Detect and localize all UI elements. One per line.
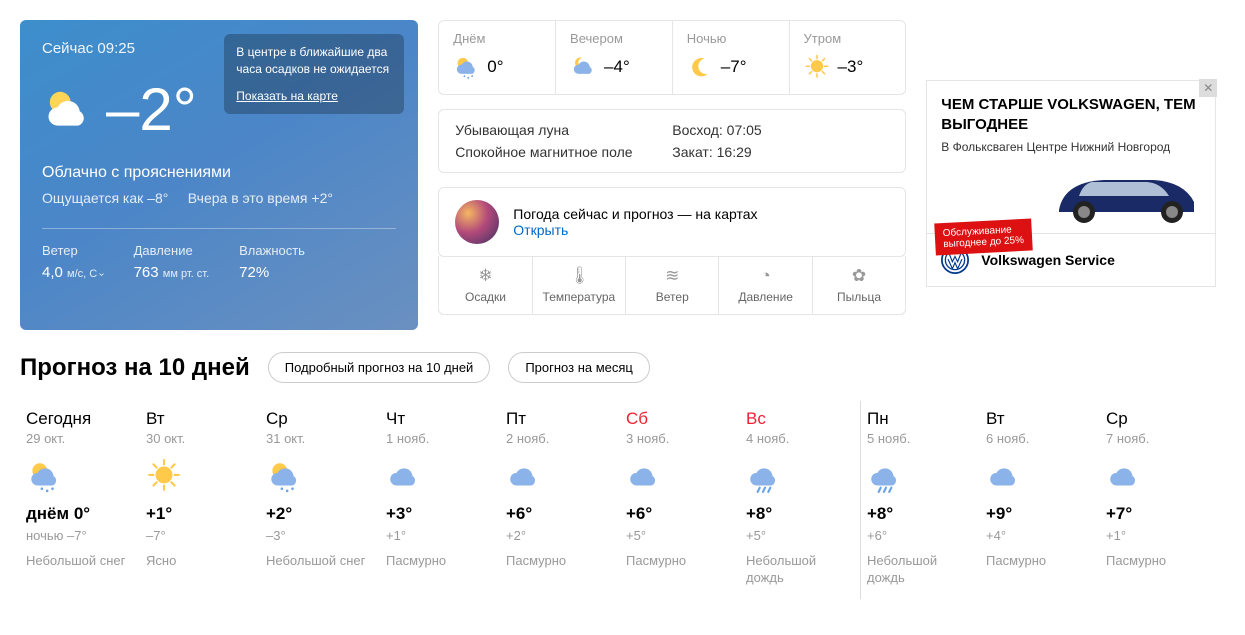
precipitation-notice: В центре в ближайшие два часа осадков не… <box>224 34 404 114</box>
map-tab-2[interactable]: ≋Ветер <box>625 256 718 314</box>
stat-wind: Ветер 4,0 м/с, С› <box>42 243 104 281</box>
current-weather-card: Сейчас 09:25 В центре в ближайшие два ча… <box>20 20 418 330</box>
ad-sticker: Обслуживаниевыгоднее до 25% <box>935 218 1033 255</box>
map-tab-0[interactable]: ❄Осадки <box>439 256 531 314</box>
sunset: Закат: 16:29 <box>672 144 889 160</box>
current-temp: –2° <box>106 75 197 144</box>
day-9[interactable]: Ср7 нояб.+7°+1°Пасмурно <box>1100 401 1220 599</box>
detailed-tenday-button[interactable]: Подробный прогноз на 10 дней <box>268 352 491 383</box>
day-8[interactable]: Вт6 нояб.+9°+4°Пасмурно <box>980 401 1100 599</box>
snow-cloud-icon <box>453 54 479 80</box>
month-forecast-button[interactable]: Прогноз на месяц <box>508 352 650 383</box>
show-on-map-link[interactable]: Показать на карте <box>236 88 338 105</box>
tenday-row: Сегодня29 окт.днём 0°ночью –7°Небольшой … <box>20 401 1225 599</box>
daypart-0[interactable]: Днём0° <box>439 21 555 94</box>
day-0[interactable]: Сегодня29 окт.днём 0°ночью –7°Небольшой … <box>20 401 140 599</box>
daypart-2[interactable]: Ночью–7° <box>672 21 789 94</box>
map-tab-1[interactable]: 🌡Температура <box>532 256 625 314</box>
cloudy-icon <box>506 458 542 494</box>
sunny-icon <box>146 458 182 494</box>
day-4[interactable]: Пт2 нояб.+6°+2°Пасмурно <box>500 401 620 599</box>
day-1[interactable]: Вт30 окт.+1°–7°Ясно <box>140 401 260 599</box>
tenday-heading: Прогноз на 10 дней <box>20 354 250 382</box>
ad-banner[interactable]: ✕ ЧЕМ СТАРШЕ VOLKSWAGEN, ТЕМ ВЫГОДНЕЕ В … <box>926 80 1216 287</box>
rain-icon <box>867 458 903 494</box>
ad-close-icon[interactable]: ✕ <box>1199 79 1217 97</box>
snow-cloud-icon <box>266 458 302 494</box>
moon-phase: Убывающая луна <box>455 122 672 138</box>
day-7[interactable]: Пн5 нояб.+8°+6°Небольшой дождь <box>860 401 980 599</box>
maps-open-link[interactable]: Открыть <box>513 222 757 238</box>
cloudy-icon <box>1106 458 1142 494</box>
cloudy-icon <box>626 458 662 494</box>
rain-icon <box>746 458 782 494</box>
dayparts-row: Днём0°Вечером–4°Ночью–7°Утром–3° <box>438 20 906 95</box>
day-3[interactable]: Чт1 нояб.+3°+1°Пасмурно <box>380 401 500 599</box>
stat-humidity: Влажность 72% <box>239 243 305 281</box>
ad-subtext: В Фольксваген Центре Нижний Новгород <box>941 140 1201 154</box>
partly-cloudy-night-icon <box>570 54 596 80</box>
ad-footer-text: Volkswagen Service <box>981 252 1115 268</box>
magnetic-field: Спокойное магнитное поле <box>455 144 672 160</box>
ad-headline: ЧЕМ СТАРШЕ VOLKSWAGEN, ТЕМ ВЫГОДНЕЕ <box>941 95 1201 134</box>
daypart-1[interactable]: Вечером–4° <box>555 21 672 94</box>
map-globe-icon <box>455 200 499 244</box>
cloudy-icon <box>386 458 422 494</box>
maps-promo-text: Погода сейчас и прогноз — на картах <box>513 206 757 222</box>
moon-icon <box>687 54 713 80</box>
partly-cloudy-icon <box>42 84 94 136</box>
map-tab-3[interactable]: ◔Давление <box>718 256 811 314</box>
map-tab-4[interactable]: ✿Пыльца <box>812 256 905 314</box>
wind-direction-icon: › <box>96 273 107 276</box>
current-condition: Облачно с прояснениями <box>42 164 396 182</box>
astro-panel: Убывающая луна Восход: 07:05 Спокойное м… <box>438 109 906 173</box>
day-2[interactable]: Ср31 окт.+2°–3°Небольшой снег <box>260 401 380 599</box>
daypart-3[interactable]: Утром–3° <box>789 21 906 94</box>
sunny-icon <box>804 54 830 80</box>
map-layer-tabs: ❄Осадки🌡Температура≋Ветер◔Давление✿Пыльц… <box>438 256 906 315</box>
day-5[interactable]: Сб3 нояб.+6°+5°Пасмурно <box>620 401 740 599</box>
stat-pressure: Давление 763 мм рт. ст. <box>134 243 210 281</box>
maps-promo[interactable]: Погода сейчас и прогноз — на картах Откр… <box>438 187 906 257</box>
feels-like: Ощущается как –8° Вчера в это время +2° <box>42 190 396 206</box>
day-6[interactable]: Вс4 нояб.+8°+5°Небольшой дождь <box>740 401 860 599</box>
cloudy-icon <box>986 458 1022 494</box>
snow-cloud-icon <box>26 458 62 494</box>
sunrise: Восход: 07:05 <box>672 122 889 138</box>
